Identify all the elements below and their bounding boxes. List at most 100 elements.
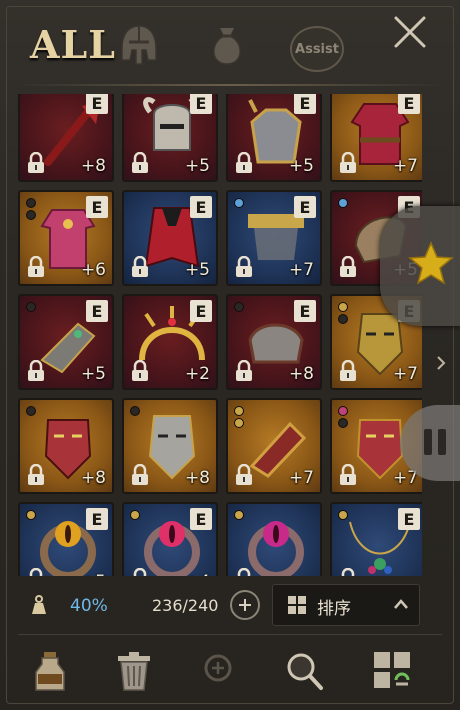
add-capacity-button[interactable] — [230, 590, 260, 620]
zoom-in-icon[interactable] — [200, 650, 240, 692]
lock-icon[interactable] — [130, 567, 150, 576]
lock-icon[interactable] — [26, 463, 46, 486]
inventory-grid: E +8 E +5 E +5 E +7 E +6 E +5 E +7 E +5 E +5 E +2 E +8 E +7 +8 +8… — [18, 94, 422, 576]
helmet-icon[interactable] — [114, 20, 164, 70]
lock-icon[interactable] — [338, 567, 358, 576]
expand-arrow-icon[interactable] — [436, 356, 446, 370]
equip-badge: E — [190, 94, 212, 114]
socket-dot — [234, 510, 244, 520]
footer-divider — [18, 634, 442, 635]
socket-dot — [234, 198, 244, 208]
item-level: +6 — [80, 260, 106, 280]
inventory-slot[interactable]: E +5 — [18, 502, 114, 576]
lock-icon[interactable] — [130, 463, 150, 486]
chevron-up-icon — [394, 599, 408, 609]
inventory-slot[interactable]: E +5 — [122, 190, 218, 286]
inventory-slot[interactable]: E +8 — [18, 94, 114, 182]
equip-badge: E — [190, 300, 212, 322]
inventory-slot[interactable]: E +5 — [226, 94, 322, 182]
item-level: +2 — [184, 364, 210, 384]
socket-dot — [26, 210, 36, 220]
socket-dot — [338, 406, 348, 416]
lock-icon[interactable] — [338, 359, 358, 382]
pause-bar-right — [438, 429, 446, 455]
lock-icon[interactable] — [338, 255, 358, 278]
equip-badge: E — [86, 94, 108, 114]
inventory-slot[interactable]: E +2 — [122, 294, 218, 390]
item-level: +5 — [184, 260, 210, 280]
equip-badge: E — [294, 94, 316, 114]
tab-all[interactable]: ALL — [30, 22, 116, 67]
inventory-slot[interactable]: E +7 — [226, 190, 322, 286]
lock-icon[interactable] — [26, 151, 46, 174]
socket-dot — [26, 510, 36, 520]
item-level: +5 — [184, 156, 210, 176]
inventory-slot[interactable]: E +6 — [18, 190, 114, 286]
lock-icon[interactable] — [130, 151, 150, 174]
equip-badge: E — [190, 196, 212, 218]
lock-icon[interactable] — [26, 255, 46, 278]
inventory-slot[interactable]: +8 — [122, 398, 218, 494]
socket-dot — [130, 406, 140, 416]
socket-dot — [26, 302, 36, 312]
socket-dot — [130, 510, 140, 520]
bag-icon[interactable] — [202, 20, 252, 70]
tab-assist[interactable]: Assist — [290, 26, 344, 72]
header-divider — [18, 84, 442, 86]
item-level: +7 — [288, 468, 314, 488]
socket-dot — [234, 418, 244, 428]
socket-dot — [338, 198, 348, 208]
socket-dot — [338, 302, 348, 312]
sort-label: 排序 — [317, 599, 351, 619]
lock-icon[interactable] — [338, 151, 358, 174]
grid-icon — [288, 596, 306, 614]
layout-icon[interactable] — [372, 650, 412, 692]
equip-badge: E — [294, 300, 316, 322]
inventory-slot[interactable]: E +4 — [122, 502, 218, 576]
trash-icon[interactable] — [114, 650, 154, 692]
item-level: +8 — [184, 468, 210, 488]
equip-badge: E — [398, 508, 420, 530]
inventory-info-bar: 40% 236/240 排序 — [18, 582, 422, 630]
equip-badge: E — [86, 196, 108, 218]
close-icon[interactable] — [388, 10, 432, 54]
inventory-slot[interactable]: +7 — [226, 398, 322, 494]
capacity-count: 236/240 — [152, 596, 219, 615]
search-icon[interactable] — [284, 650, 324, 692]
weight-icon — [32, 595, 46, 614]
inventory-slot[interactable]: E +5 — [122, 94, 218, 182]
plus-icon — [239, 599, 251, 611]
inventory-panel: ALL Assist E +8 E +5 E +5 E +7 E +6 E +5 E +7 E +5 E +5 E +… — [0, 0, 460, 710]
inventory-slot[interactable]: +8 — [18, 398, 114, 494]
inventory-slot[interactable]: E — [330, 502, 422, 576]
item-level: +8 — [288, 364, 314, 384]
favorite-button[interactable] — [380, 206, 460, 326]
item-level: +8 — [80, 468, 106, 488]
lock-icon[interactable] — [130, 359, 150, 382]
sort-button[interactable]: 排序 — [272, 584, 420, 626]
inventory-slot[interactable]: E +7 — [330, 94, 422, 182]
lock-icon[interactable] — [130, 255, 150, 278]
lock-icon[interactable] — [26, 567, 46, 576]
lock-icon[interactable] — [234, 463, 254, 486]
equip-badge: E — [398, 94, 420, 114]
socket-dot — [338, 314, 348, 324]
lock-icon[interactable] — [234, 255, 254, 278]
lock-icon[interactable] — [338, 463, 358, 486]
socket-dot — [26, 198, 36, 208]
lock-icon[interactable] — [234, 567, 254, 576]
lock-icon[interactable] — [234, 359, 254, 382]
equip-badge: E — [294, 196, 316, 218]
lock-icon[interactable] — [234, 151, 254, 174]
socket-dot — [234, 302, 244, 312]
inventory-header: ALL Assist — [0, 0, 460, 92]
pause-bar-left — [424, 429, 432, 455]
item-level: +5 — [288, 156, 314, 176]
item-eye-ring-pink-2-icon — [248, 521, 304, 576]
inventory-slot[interactable]: E +8 — [226, 294, 322, 390]
item-level: +7 — [392, 156, 418, 176]
potion-icon[interactable] — [30, 650, 70, 692]
inventory-slot[interactable]: E +5 — [18, 294, 114, 390]
lock-icon[interactable] — [26, 359, 46, 382]
inventory-slot[interactable] — [226, 502, 322, 576]
